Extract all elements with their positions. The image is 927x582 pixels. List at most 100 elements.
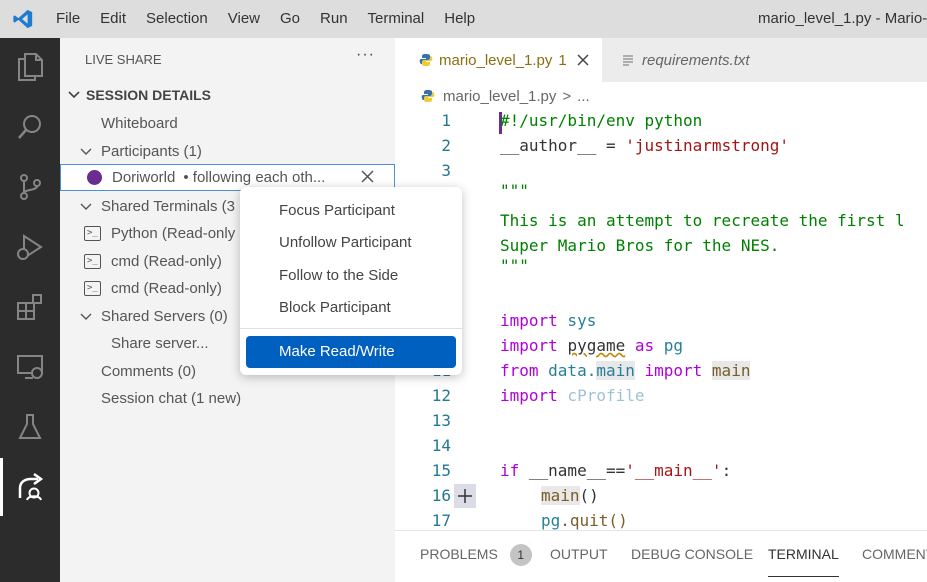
tab-label: PROBLEMS <box>420 546 498 562</box>
code-token: __author__ = <box>500 136 626 155</box>
code-token: .quit() <box>560 511 628 530</box>
menu-divider <box>240 328 462 329</box>
code-token: pg <box>663 336 684 355</box>
text-file-icon <box>622 54 634 66</box>
participants-label: Participants (1) <box>101 143 202 160</box>
bottom-panel: PROBLEMS 1 OUTPUT DEBUG CONSOLE TERMINAL… <box>395 530 927 582</box>
code-token: data. <box>538 361 597 380</box>
menu-terminal[interactable]: Terminal <box>358 0 435 38</box>
menu-view[interactable]: View <box>218 0 270 38</box>
editor-tabs: mario_level_1.py 1 requirements.txt <box>395 38 927 82</box>
code-editor[interactable]: 1 2 3 11 12 13 14 15 16 17 #!/usr/bin/en… <box>395 110 927 530</box>
tab-comments[interactable]: COMMENT <box>862 531 927 577</box>
code-token: () <box>579 486 599 505</box>
session-details-label: SESSION DETAILS <box>86 86 211 103</box>
line-number: 17 <box>431 511 451 530</box>
code-token: pg <box>541 511 561 530</box>
code-token: import <box>500 311 558 330</box>
tab-output[interactable]: OUTPUT <box>550 531 608 577</box>
participant-avatar <box>87 170 102 185</box>
code-token: '__main__' <box>625 461 722 480</box>
menu-run[interactable]: Run <box>310 0 358 38</box>
close-icon[interactable] <box>577 54 589 66</box>
breadcrumb: mario_level_1.py > ... <box>395 82 927 110</box>
search-icon[interactable] <box>0 98 60 156</box>
code-token: main <box>596 361 635 380</box>
participant-name: Doriworld <box>112 169 176 186</box>
tab-problems[interactable]: PROBLEMS 1 <box>420 531 532 577</box>
sidebar-title: LIVE SHARE <box>85 52 162 67</box>
tab-requirements[interactable]: requirements.txt <box>602 38 788 82</box>
vscode-logo-icon <box>0 0 46 38</box>
code-line: __author__ = 'justinarmstrong' <box>500 136 789 155</box>
terminal-icon: >_ <box>84 226 101 241</box>
menu-help[interactable]: Help <box>434 0 485 38</box>
menu-go[interactable]: Go <box>270 0 310 38</box>
extensions-icon[interactable] <box>0 278 60 336</box>
terminal-label: cmd (Read-only) <box>111 280 222 297</box>
terminal-label: Python (Read-only <box>111 225 236 242</box>
code-token: as <box>625 336 664 355</box>
window-title: mario_level_1.py - Mario-l <box>758 10 927 27</box>
remote-explorer-icon[interactable] <box>0 338 60 396</box>
code-line: """ <box>500 181 529 200</box>
code-line: import pygame as pg <box>500 336 683 355</box>
code-token: import <box>634 361 712 380</box>
code-token: import <box>500 386 558 405</box>
chevron-down-icon <box>78 310 94 324</box>
code-token: 'justinarmstrong' <box>625 136 789 155</box>
source-control-icon[interactable] <box>0 158 60 216</box>
line-number: 1 <box>441 111 451 130</box>
menu-make-read-write[interactable]: Make Read/Write <box>246 336 456 368</box>
code-token: import <box>500 336 558 355</box>
tab-mario-level-1[interactable]: mario_level_1.py 1 <box>395 38 602 82</box>
tab-debug-console[interactable]: DEBUG CONSOLE <box>631 531 753 577</box>
menu-unfollow-participant[interactable]: Unfollow Participant <box>246 228 456 258</box>
menu-file[interactable]: File <box>46 0 90 38</box>
code-token: from <box>500 361 539 380</box>
tab-filename: mario_level_1.py <box>439 51 553 69</box>
tab-terminal[interactable]: TERMINAL <box>768 531 839 577</box>
line-number: 2 <box>441 136 451 155</box>
menu-selection[interactable]: Selection <box>136 0 218 38</box>
tab-problem-count: 1 <box>558 51 567 69</box>
code-line: Super Mario Bros for the NES. <box>500 236 780 255</box>
code-token: cProfile <box>557 386 645 405</box>
line-number: 14 <box>431 436 451 455</box>
code-line: import sys <box>500 311 596 330</box>
testing-icon[interactable] <box>0 398 60 456</box>
code-line: """ <box>500 256 529 275</box>
menu-follow-to-side[interactable]: Follow to the Side <box>246 261 456 291</box>
run-debug-icon[interactable] <box>0 218 60 276</box>
breadcrumb-more[interactable]: ... <box>577 88 590 105</box>
terminal-label: cmd (Read-only) <box>111 253 222 270</box>
code-line: pg.quit() <box>541 511 628 530</box>
shared-servers-label: Shared Servers (0) <box>101 308 228 325</box>
line-number: 3 <box>441 161 451 180</box>
problems-badge: 1 <box>509 544 532 566</box>
session-chat-label: Session chat (1 new) <box>101 390 242 407</box>
breadcrumb-file[interactable]: mario_level_1.py <box>443 88 556 105</box>
participants-group[interactable]: Participants (1) <box>60 138 395 165</box>
code-line: main() <box>541 486 599 505</box>
files-icon[interactable] <box>0 38 60 96</box>
code-line: This is an attempt to recreate the first… <box>500 211 905 230</box>
terminal-icon: >_ <box>84 254 101 269</box>
code-token: main <box>711 361 751 380</box>
live-share-icon[interactable] <box>0 458 60 516</box>
python-file-icon <box>421 89 435 103</box>
whiteboard-item[interactable]: Whiteboard <box>60 110 395 137</box>
menu-bar: File Edit Selection View Go Run Terminal… <box>46 0 485 38</box>
menu-block-participant[interactable]: Block Participant <box>246 293 456 323</box>
session-chat-item[interactable]: Session chat (1 new) <box>60 385 395 412</box>
line-number: 12 <box>431 386 451 405</box>
comments-label: Comments (0) <box>101 363 197 380</box>
session-details-header[interactable]: SESSION DETAILS <box>60 81 395 108</box>
add-comment-icon[interactable] <box>454 484 476 508</box>
line-number: 15 <box>431 461 451 480</box>
menu-edit[interactable]: Edit <box>90 0 136 38</box>
menu-focus-participant[interactable]: Focus Participant <box>246 196 456 226</box>
more-actions-icon[interactable]: ··· <box>356 46 375 64</box>
close-icon[interactable] <box>361 170 374 187</box>
